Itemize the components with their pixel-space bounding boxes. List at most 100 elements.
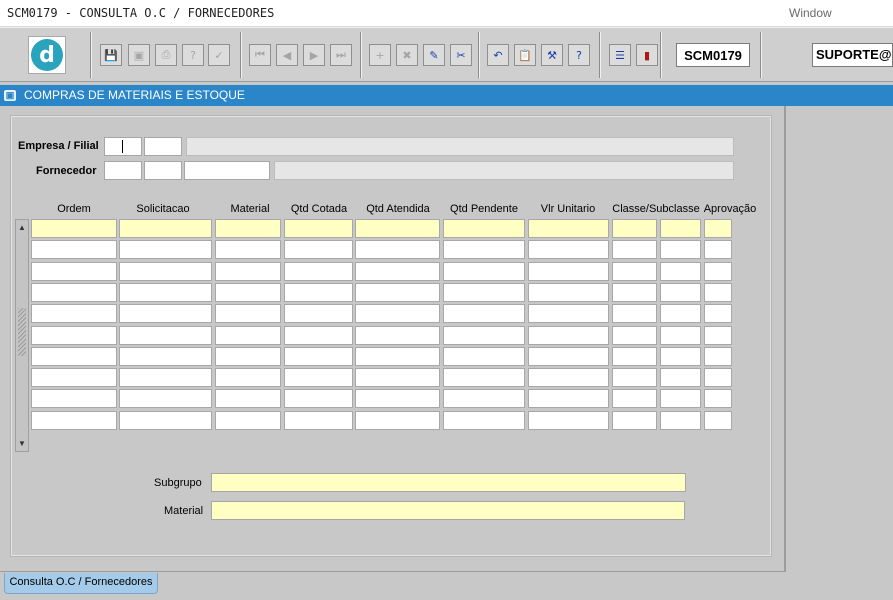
grid-cell[interactable] [704,282,732,302]
grid-cell[interactable] [284,261,353,281]
grid-cell[interactable] [215,282,281,302]
grid-cell[interactable] [443,325,525,345]
grid-cell[interactable] [355,346,440,366]
empresa-input[interactable] [104,137,142,156]
grid-cell[interactable] [119,325,212,345]
enter-query-button[interactable]: ? [182,44,204,66]
grid-cell[interactable] [284,240,353,260]
print-button[interactable]: ⎙ [155,44,177,66]
grid-cell[interactable] [704,219,732,238]
grid-cell[interactable] [31,368,117,388]
grid-cell[interactable] [704,410,732,430]
grid-cell[interactable] [528,219,609,238]
grid-cell[interactable] [355,261,440,281]
filial-input[interactable] [144,137,182,156]
clear-button[interactable]: ✂ [450,44,472,66]
grid-cell[interactable] [215,346,281,366]
grid-cell[interactable] [31,240,117,260]
exit-button[interactable]: ▮ [636,44,658,66]
grid-cell[interactable] [31,410,117,430]
grid-cell[interactable] [660,389,701,409]
clipboard-button[interactable]: 📋 [514,44,536,66]
grid-cell[interactable] [612,346,657,366]
grid-cell[interactable] [612,410,657,430]
edit-record-button[interactable]: ✎ [423,44,445,66]
previous-record-button[interactable]: ◀ [276,44,298,66]
last-record-button[interactable]: ⏭ [330,44,352,66]
grid-cell[interactable] [660,368,701,388]
grid-cell[interactable] [443,410,525,430]
first-record-button[interactable]: ⏮ [249,44,271,66]
grid-cell[interactable] [443,261,525,281]
grid-cell[interactable] [31,346,117,366]
grid-cell[interactable] [612,304,657,324]
grid-cell[interactable] [660,346,701,366]
grid-cell[interactable] [612,389,657,409]
grid-cell[interactable] [704,325,732,345]
grid-cell[interactable] [528,410,609,430]
fornecedor-cnpj-input[interactable] [184,161,270,180]
grid-cell[interactable] [119,282,212,302]
settings-button[interactable]: ⚒ [541,44,563,66]
grid-cell[interactable] [355,282,440,302]
help-button[interactable]: ? [568,44,590,66]
grid-cell[interactable] [528,261,609,281]
grid-cell[interactable] [215,410,281,430]
grid-cell[interactable] [443,346,525,366]
grid-cell[interactable] [704,261,732,281]
grid-cell[interactable] [215,389,281,409]
grid-cell[interactable] [284,368,353,388]
next-record-button[interactable]: ▶ [303,44,325,66]
grid-cell[interactable] [528,240,609,260]
grid-cell[interactable] [355,240,440,260]
grid-cell[interactable] [528,282,609,302]
grid-cell[interactable] [119,304,212,324]
grid-cell[interactable] [31,282,117,302]
scroll-up-icon[interactable]: ▲ [16,221,28,235]
scroll-down-icon[interactable]: ▼ [16,437,28,451]
grid-cell[interactable] [660,325,701,345]
delete-record-button[interactable]: ✖ [396,44,418,66]
grid-cell[interactable] [660,240,701,260]
grid-cell[interactable] [284,389,353,409]
grid-cell[interactable] [215,240,281,260]
grid-cell[interactable] [215,368,281,388]
grid-cell[interactable] [704,368,732,388]
grid-cell[interactable] [704,389,732,409]
grid-cell[interactable] [443,304,525,324]
grid-cell[interactable] [284,346,353,366]
grid-cell[interactable] [31,261,117,281]
grid-cell[interactable] [215,219,281,238]
grid-cell[interactable] [660,261,701,281]
scroll-thumb[interactable] [18,308,26,356]
grid-cell[interactable] [612,325,657,345]
grid-cell[interactable] [284,282,353,302]
grid-cell[interactable] [355,219,440,238]
fornecedor-code-input[interactable] [104,161,142,180]
grid-cell[interactable] [284,304,353,324]
grid-cell[interactable] [355,325,440,345]
grid-cell[interactable] [704,346,732,366]
grid-cell[interactable] [660,304,701,324]
grid-cell[interactable] [119,410,212,430]
print-preview-button[interactable]: ▣ [128,44,150,66]
subgrupo-field[interactable] [211,473,686,492]
grid-cell[interactable] [119,219,212,238]
grid-cell[interactable] [31,325,117,345]
grid-cell[interactable] [355,389,440,409]
grid-cell[interactable] [215,261,281,281]
grid-cell[interactable] [443,282,525,302]
material-field[interactable] [211,501,685,520]
grid-cell[interactable] [119,346,212,366]
grid-cell[interactable] [284,410,353,430]
grid-cell[interactable] [612,219,657,238]
grid-cell[interactable] [704,304,732,324]
grid-cell[interactable] [119,368,212,388]
grid-cell[interactable] [31,304,117,324]
grid-cell[interactable] [660,219,701,238]
grid-cell[interactable] [443,219,525,238]
save-button[interactable]: 💾 [100,44,122,66]
grid-cell[interactable] [528,346,609,366]
fornecedor-loja-input[interactable] [144,161,182,180]
grid-cell[interactable] [119,240,212,260]
